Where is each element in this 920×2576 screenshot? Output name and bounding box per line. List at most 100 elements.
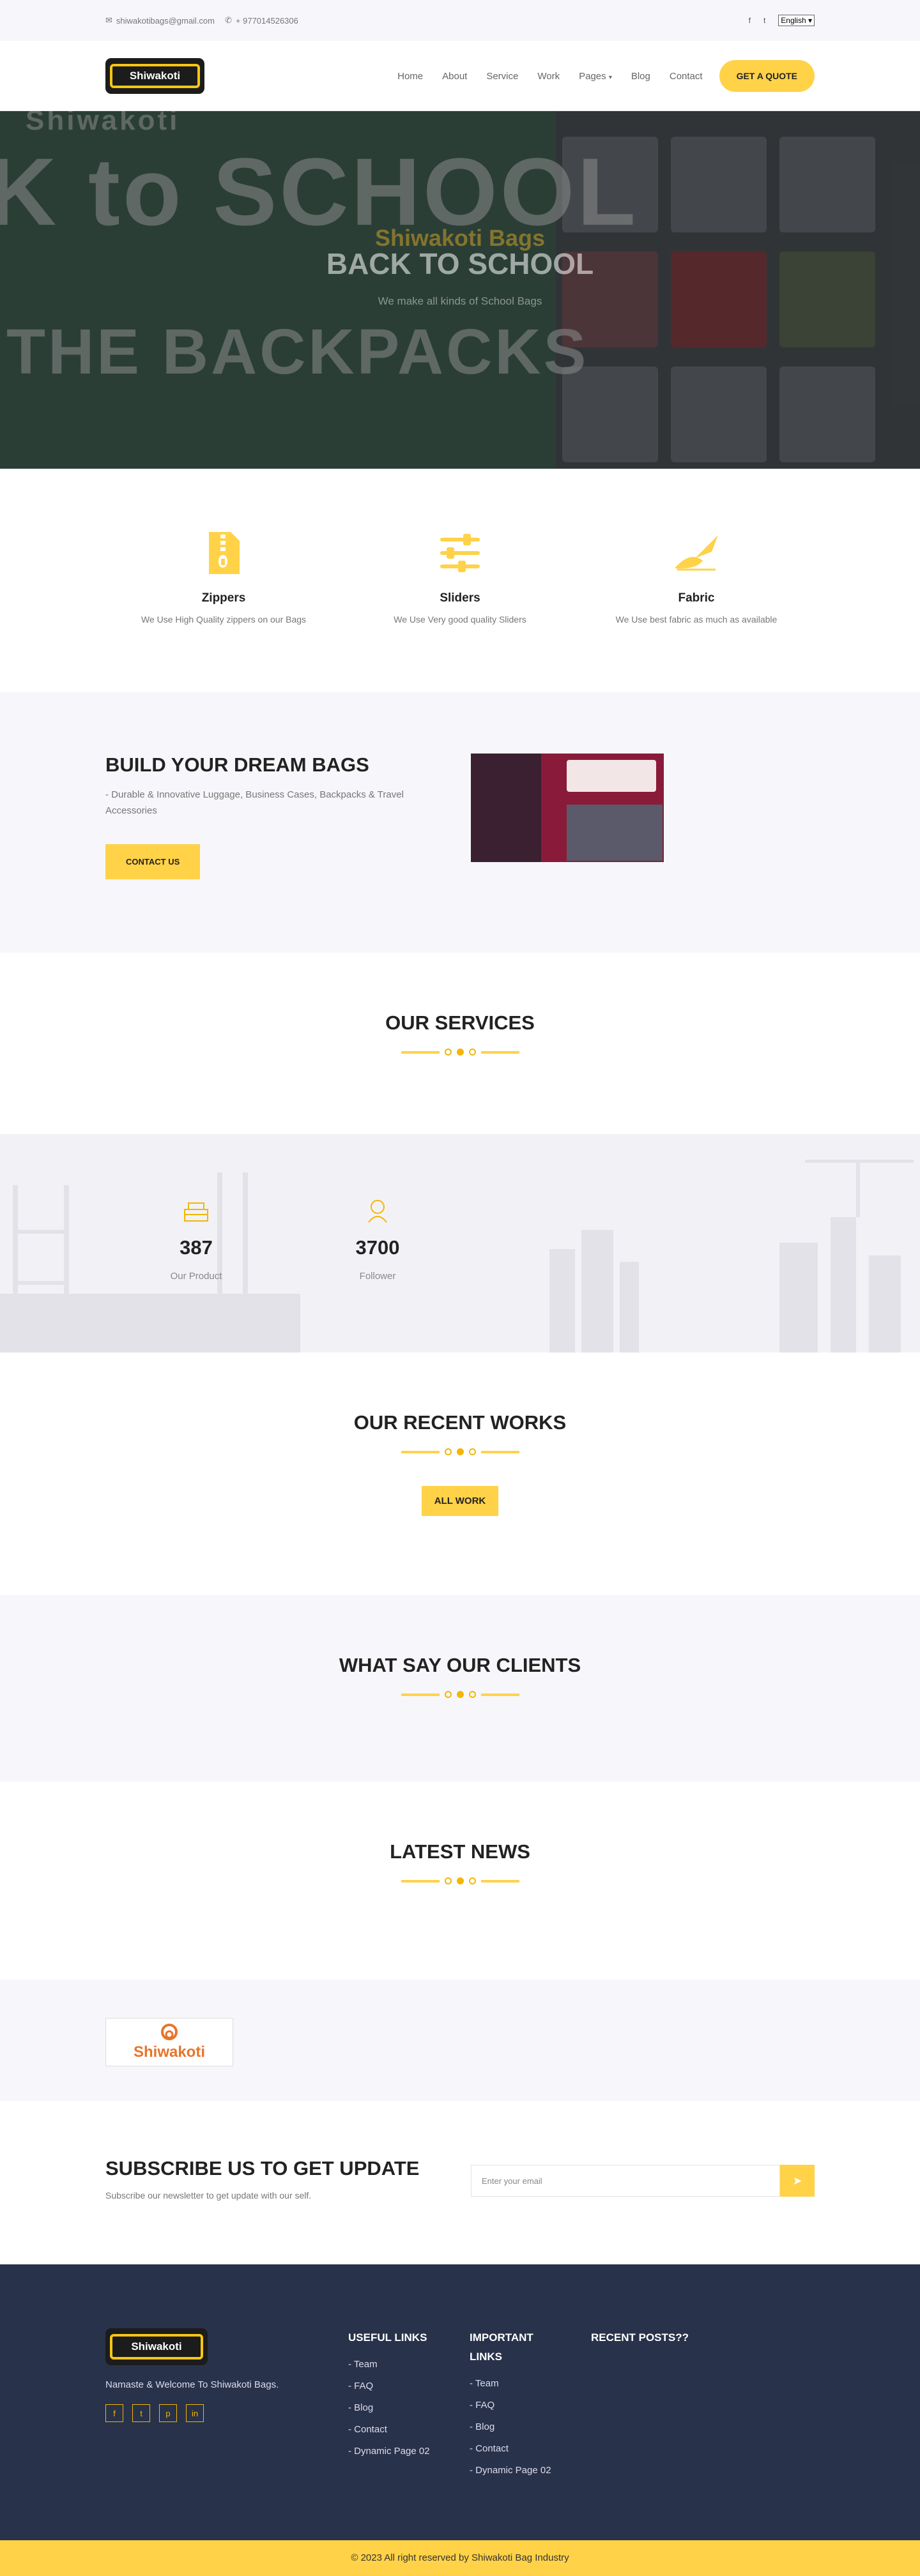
recent-works-section: OUR RECENT WORKS ALL WORK <box>0 1352 920 1595</box>
partner-name: Shiwakoti <box>133 2043 206 2061</box>
top-bar: ✉ shiwakotibags@gmail.com ✆ + 9770145263… <box>0 0 920 41</box>
site-footer: Shiwakoti Namaste & Welcome To Shiwakoti… <box>0 2264 920 2540</box>
footer-link[interactable]: - Dynamic Page 02 <box>348 2441 470 2462</box>
dream-description: - Durable & Innovative Luggage, Business… <box>105 789 404 816</box>
facebook-icon[interactable]: f <box>749 16 751 25</box>
language-select[interactable]: English ▾ <box>778 15 815 26</box>
counter-value: 3700 <box>355 1236 400 1259</box>
hero-text: We make all kinds of School Bags <box>378 295 542 307</box>
phone-text: + 977014526306 <box>235 15 298 26</box>
title-divider <box>0 1448 920 1455</box>
hero-overlay <box>0 111 920 469</box>
nav-about[interactable]: About <box>442 71 467 82</box>
hero-title: BACK TO SCHOOL <box>326 247 594 280</box>
feature-text: We Use High Quality zippers on our Bags <box>141 614 307 625</box>
feature-text: We Use best fabric as much as available <box>615 614 778 625</box>
get-quote-button[interactable]: GET A QUOTE <box>719 60 815 92</box>
footer-link[interactable]: - Team <box>470 2373 591 2395</box>
all-work-button[interactable]: ALL WORK <box>421 1486 499 1516</box>
send-icon: ➤ <box>792 2174 802 2187</box>
footer-logo[interactable]: Shiwakoti <box>105 2328 208 2365</box>
phone-icon: ✆ <box>225 15 232 25</box>
features-section: Zippers We Use High Quality zippers on o… <box>0 469 920 692</box>
important-links-title: IMPORTANT LINKS <box>470 2331 533 2363</box>
nav-work[interactable]: Work <box>537 71 560 82</box>
follower-icon <box>287 1198 468 1225</box>
recent-works-title: OUR RECENT WORKS <box>353 1411 567 1434</box>
nav-blog[interactable]: Blog <box>631 71 650 82</box>
site-logo[interactable]: Shiwakoti <box>105 58 204 94</box>
email-contact[interactable]: ✉ shiwakotibags@gmail.com <box>105 15 215 26</box>
nav-home[interactable]: Home <box>397 71 423 82</box>
dream-bags-section: BUILD YOUR DREAM BAGS - Durable & Innova… <box>0 692 920 953</box>
clients-section: WHAT SAY OUR CLIENTS <box>0 1595 920 1782</box>
footer-link[interactable]: - Blog <box>470 2416 591 2438</box>
title-divider <box>0 1877 920 1884</box>
counter-label: Our Product <box>170 1271 222 1282</box>
footer-link[interactable]: - Blog <box>348 2397 470 2419</box>
recent-posts-title: RECENT POSTS?? <box>591 2331 689 2344</box>
product-icon <box>105 1198 287 1225</box>
recent-posts: RECENT POSTS?? <box>591 2328 712 2481</box>
email-input[interactable]: Enter your email <box>471 2165 780 2197</box>
fabric-icon <box>578 527 815 579</box>
zipper-icon <box>105 527 342 579</box>
title-divider <box>0 1691 920 1698</box>
news-section: LATEST NEWS <box>0 1782 920 1980</box>
important-links: IMPORTANT LINKS - Team - FAQ - Blog - Co… <box>470 2328 591 2481</box>
feature-title: Zippers <box>201 591 246 605</box>
partner-logo-icon <box>161 2024 178 2040</box>
dream-image-caption <box>567 760 656 792</box>
nav-pages[interactable]: Pages ▾ <box>579 71 612 82</box>
nav-service[interactable]: Service <box>486 71 518 82</box>
feature-sliders: Sliders We Use Very good quality Sliders <box>342 527 578 625</box>
footer-link[interactable]: - FAQ <box>348 2375 470 2397</box>
partner-logo[interactable]: Shiwakoti <box>105 2018 233 2066</box>
useful-links-title: USEFUL LINKS <box>348 2331 427 2344</box>
title-divider <box>0 1049 920 1056</box>
pinterest-icon[interactable]: p <box>159 2404 177 2422</box>
contact-us-button[interactable]: CONTACT US <box>105 844 201 879</box>
sliders-icon <box>342 527 578 579</box>
footer-link[interactable]: - Contact <box>470 2438 591 2460</box>
counter-label: Follower <box>359 1271 396 1282</box>
counter-section: 387 Our Product 3700 Follower <box>0 1134 920 1352</box>
subscribe-form: Enter your email ➤ <box>471 2165 815 2201</box>
email-text: shiwakotibags@gmail.com <box>116 15 215 26</box>
counter-value: 387 <box>180 1236 213 1259</box>
footer-link[interactable]: - Team <box>348 2354 470 2375</box>
dream-image <box>471 754 664 862</box>
dream-image-photo <box>567 805 663 861</box>
language-value: English <box>781 16 806 25</box>
feature-title: Sliders <box>440 591 480 605</box>
facebook-icon[interactable]: f <box>105 2404 123 2422</box>
twitter-icon[interactable]: t <box>132 2404 150 2422</box>
logo-text: Shiwakoti <box>131 2340 182 2352</box>
linkedin-icon[interactable]: in <box>186 2404 204 2422</box>
footer-link[interactable]: - Dynamic Page 02 <box>470 2460 591 2481</box>
useful-links: USEFUL LINKS - Team - FAQ - Blog - Conta… <box>348 2328 470 2481</box>
chevron-down-icon: ▾ <box>608 73 612 81</box>
email-placeholder: Enter your email <box>482 2176 542 2186</box>
counter-followers: 3700 Follower <box>287 1198 468 1282</box>
logo-text: Shiwakoti <box>129 70 181 82</box>
nav-contact[interactable]: Contact <box>670 71 703 82</box>
footer-link[interactable]: - Contact <box>348 2419 470 2441</box>
dream-title: BUILD YOUR DREAM BAGS <box>105 754 369 776</box>
subscribe-button[interactable]: ➤ <box>780 2165 815 2197</box>
feature-zippers: Zippers We Use High Quality zippers on o… <box>105 527 342 625</box>
copyright-bar: © 2023 All right reserved by Shiwakoti B… <box>0 2540 920 2576</box>
nav-pages-label: Pages <box>579 70 606 82</box>
footer-link[interactable]: - FAQ <box>470 2395 591 2416</box>
subscribe-title: SUBSCRIBE US TO GET UPDATE <box>105 2157 420 2179</box>
subscribe-section: SUBSCRIBE US TO GET UPDATE Subscribe our… <box>0 2101 920 2264</box>
twitter-icon[interactable]: t <box>763 16 765 25</box>
footer-social: f t p in <box>105 2404 348 2422</box>
subscribe-text: Subscribe our newsletter to get update w… <box>105 2190 312 2201</box>
nav-menu: Home About Service Work Pages ▾ Blog Con… <box>378 60 815 92</box>
footer-tagline: Namaste & Welcome To Shiwakoti Bags. <box>105 2379 279 2390</box>
phone-contact[interactable]: ✆ + 977014526306 <box>225 15 298 26</box>
partners-section: Shiwakoti <box>0 1980 920 2101</box>
hero-banner: Shiwakoti K to SCHOOL THE BACKPACKS Shiw… <box>0 111 920 469</box>
feature-text: We Use Very good quality Sliders <box>394 614 526 625</box>
